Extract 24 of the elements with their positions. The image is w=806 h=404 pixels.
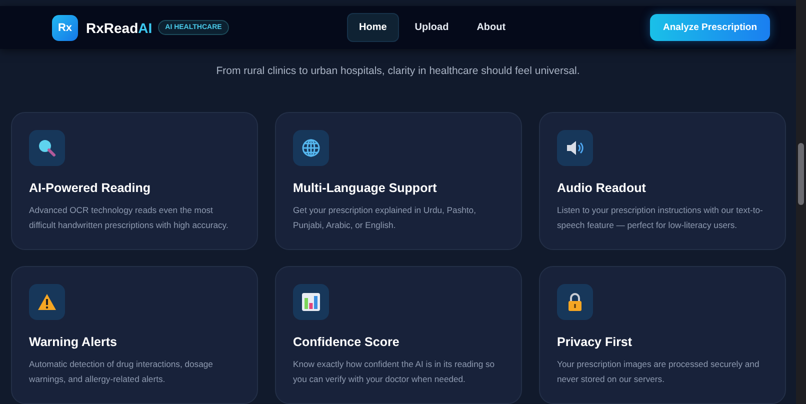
globe-icon	[301, 138, 321, 158]
feature-description: Listen to your prescription instructions with our text-to-speech feature — perfect for low-literacy users.	[557, 204, 764, 232]
feature-title: Privacy First	[557, 335, 634, 349]
scrollbar[interactable]	[796, 0, 806, 404]
feature-description: Get your prescription explained in Urdu, Pashto, Punjabi, Arabic, or English.	[293, 204, 477, 232]
feature-title: AI-Powered Reading	[29, 181, 152, 195]
feature-description: Automatic detection of drug interactions, dosage warnings, and allergy-related alerts.	[29, 358, 214, 386]
speaker-icon	[565, 138, 585, 158]
brand-name: RxReadAI	[86, 20, 152, 36]
bar-chart-icon	[301, 292, 321, 312]
logo-icon: Rx	[52, 14, 78, 40]
feature-description: Know exactly how confident the AI is in its reading so you can verify with your doctor when needed.	[293, 358, 496, 386]
magnifier-icon	[37, 138, 57, 158]
feature-title: Audio Readout	[557, 181, 647, 195]
nav-link[interactable]: Upload	[402, 13, 461, 42]
section-subtitle: From rural clinics to urban hospitals, clarity in healthcare should feel universal.	[215, 65, 581, 77]
nav-link[interactable]: About	[464, 13, 518, 42]
feature-title: Confidence Score	[293, 335, 400, 349]
feature-title: Multi-Language Support	[293, 181, 438, 195]
nav-link[interactable]: Home	[347, 13, 399, 42]
feature-title: Warning Alerts	[29, 335, 118, 349]
warning-icon	[37, 292, 57, 312]
feature-description: Your prescription images are processed securely and never stored on our servers.	[557, 358, 760, 386]
feature-description: Advanced OCR technology reads even the most difficult handwritten prescriptions with high accuracy.	[29, 204, 230, 232]
